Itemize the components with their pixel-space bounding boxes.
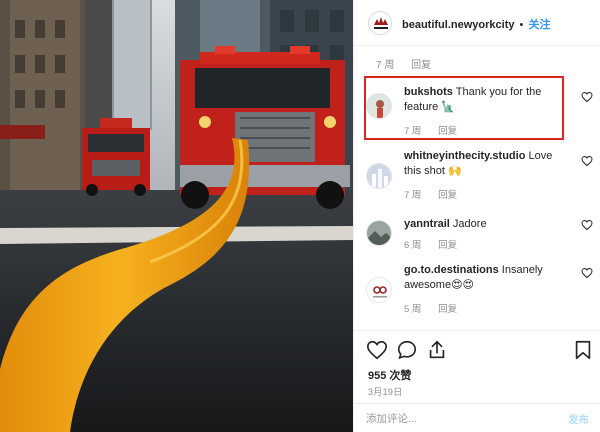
comment-reply-link[interactable]: 回复	[438, 240, 457, 251]
commenter-avatar[interactable]	[366, 220, 392, 246]
fire-truck-street-photo	[0, 0, 353, 432]
landscape-avatar-icon	[367, 221, 391, 245]
commenter-avatar[interactable]	[366, 163, 392, 189]
comment-meta: 7 周 回复	[404, 187, 471, 201]
post-comment-button[interactable]: 发布	[568, 412, 589, 427]
account-username[interactable]: beautiful.newyorkcity	[402, 19, 514, 31]
comment-text: go.to.destinations Insanely awesome😍😍	[404, 263, 572, 293]
comment-meta: 6 周 回复	[404, 237, 471, 251]
commenter-avatar[interactable]	[366, 277, 392, 303]
separator-dot: •	[519, 19, 524, 31]
comment-highlight-box	[364, 76, 564, 140]
post-actions: 955 次赞 3月19日 发布	[354, 330, 600, 430]
caption-reply-link[interactable]: 回复	[411, 60, 431, 71]
comment-age: 7 周	[404, 190, 422, 201]
comment-like-icon[interactable]	[581, 267, 593, 279]
comment-body: Jadore	[452, 218, 487, 230]
account-username-row: beautiful.newyorkcity • 关注	[402, 16, 550, 32]
comment-age: 5 周	[404, 304, 422, 315]
commenter-username[interactable]: whitneyinthecity.studio	[404, 150, 525, 162]
comment-reply-link[interactable]: 回复	[438, 190, 457, 201]
likes-count[interactable]: 955 次赞	[368, 367, 411, 383]
bookmark-icon[interactable]	[572, 339, 594, 361]
add-comment-row: 发布	[354, 403, 600, 431]
post-header: beautiful.newyorkcity • 关注	[354, 0, 600, 46]
account-avatar[interactable]	[368, 11, 392, 35]
city-skyline-avatar-icon	[367, 164, 391, 188]
caption-meta: 7 周 回复	[376, 56, 445, 71]
comment-age: 6 周	[404, 240, 422, 251]
commenter-username[interactable]: yanntrail	[404, 218, 450, 230]
like-heart-icon[interactable]	[366, 339, 388, 361]
comment-bubble-icon[interactable]	[396, 339, 418, 361]
follow-button[interactable]: 关注	[528, 19, 550, 31]
add-comment-input[interactable]	[366, 411, 546, 427]
post-side-panel: beautiful.newyorkcity • 关注 7 周 回复 buksho…	[353, 0, 600, 432]
commenter-username[interactable]: go.to.destinations	[404, 264, 499, 276]
comment-reply-link[interactable]: 回复	[438, 304, 457, 315]
caption-age: 7 周	[376, 60, 395, 71]
comment-meta: 5 周 回复	[404, 301, 471, 315]
go-to-destinations-logo-icon	[367, 278, 391, 302]
comment-text: whitneyinthecity.studio Love this shot 🙌	[404, 149, 572, 179]
new-york-logo-icon	[370, 13, 391, 34]
post-date: 3月19日	[368, 387, 403, 397]
share-icon[interactable]	[426, 339, 448, 361]
post-photo[interactable]	[0, 0, 353, 432]
comment-like-icon[interactable]	[581, 219, 593, 231]
comment-like-icon[interactable]	[581, 155, 593, 167]
comments-list[interactable]: 7 周 回复 bukshots Thank you for the featur…	[354, 47, 600, 327]
comment-text: yanntrail Jadore	[404, 217, 572, 232]
comment-like-icon[interactable]	[581, 91, 593, 103]
